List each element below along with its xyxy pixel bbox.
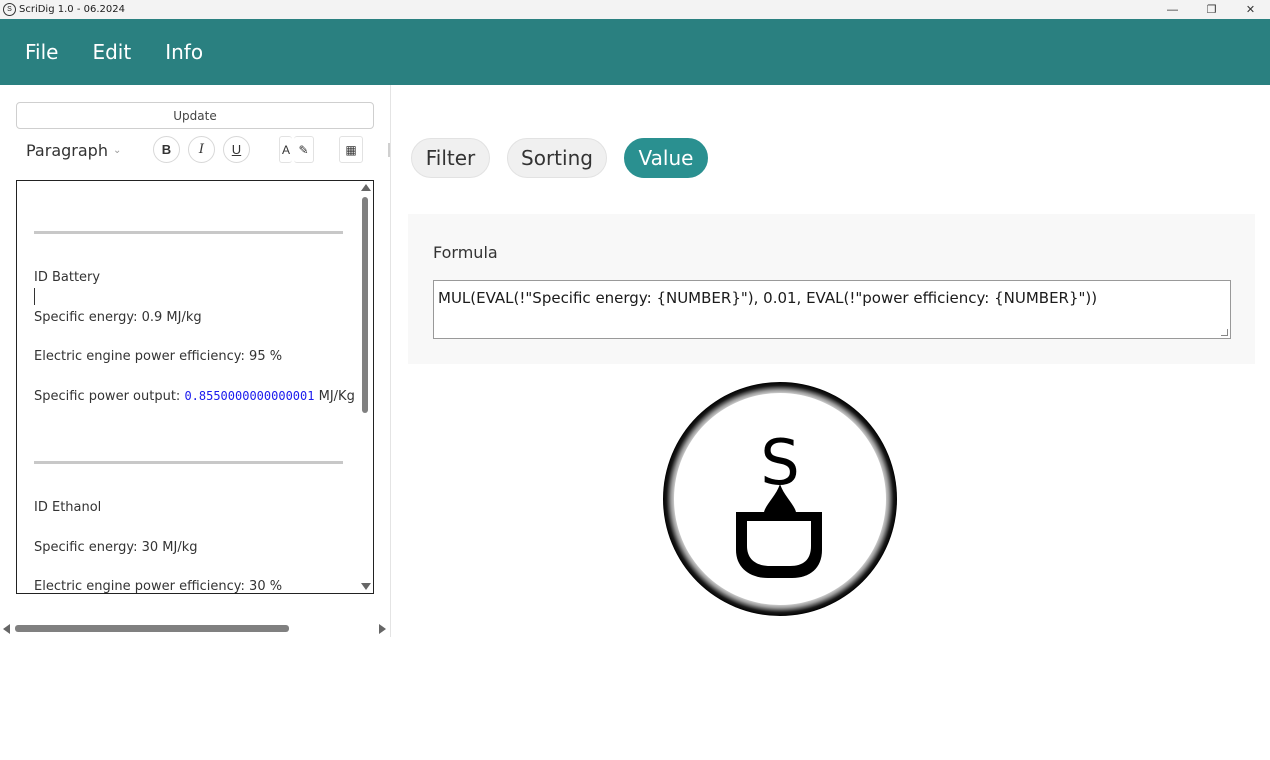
formula-panel: Formula MUL(EVAL(!"Specific energy: {NUM…: [408, 214, 1255, 364]
formula-textarea[interactable]: MUL(EVAL(!"Specific energy: {NUMBER}"), …: [433, 280, 1231, 339]
italic-button[interactable]: I: [188, 136, 215, 163]
text-caret: [34, 288, 35, 305]
record-efficiency-line: Electric engine power efficiency: 30 %: [34, 579, 283, 594]
record-energy-line: Specific energy: 0.9 MJ/kg: [34, 310, 202, 325]
title-bar: S ScriDig 1.0 - 06.2024 — ❐ ✕: [0, 0, 1270, 19]
highlight-icon[interactable]: ✎: [294, 136, 314, 163]
scroll-left-icon[interactable]: [3, 624, 10, 634]
bold-button[interactable]: B: [153, 136, 180, 163]
left-panel: Update Paragraph ⌄ B I U A ✎ ▦ ID Batter…: [0, 85, 391, 637]
menu-edit[interactable]: Edit: [92, 40, 131, 64]
font-color-button[interactable]: A: [279, 136, 292, 163]
vertical-scrollbar[interactable]: [358, 181, 373, 593]
formula-label: Formula: [433, 243, 498, 262]
tab-value[interactable]: Value: [624, 138, 708, 178]
table-insert-icon[interactable]: ▦: [339, 136, 363, 163]
record-id-line: ID Battery: [34, 270, 101, 285]
record-id-line: ID Ethanol: [34, 500, 102, 515]
restore-icon[interactable]: ❐: [1192, 0, 1231, 19]
close-icon[interactable]: ✕: [1231, 0, 1270, 19]
logo-cup-inner: [747, 521, 811, 566]
power-unit: MJ/Kg: [314, 389, 355, 404]
window-controls: — ❐ ✕: [1153, 0, 1270, 19]
record-efficiency-line: Electric engine power efficiency: 95 %: [34, 349, 283, 364]
underline-button[interactable]: U: [223, 136, 250, 163]
chevron-down-icon: ⌄: [112, 145, 122, 156]
update-button[interactable]: Update: [16, 102, 374, 129]
scroll-right-icon[interactable]: [379, 624, 386, 634]
scroll-thumb[interactable]: [15, 625, 289, 632]
minimize-icon[interactable]: —: [1153, 0, 1192, 19]
paragraph-style-label: Paragraph: [26, 141, 108, 160]
app-logo: S: [663, 382, 897, 616]
paragraph-style-select[interactable]: Paragraph ⌄: [26, 141, 121, 160]
window-title: ScriDig 1.0 - 06.2024: [19, 4, 125, 15]
tab-filter[interactable]: Filter: [411, 138, 490, 178]
menu-info[interactable]: Info: [165, 40, 203, 64]
power-label: Specific power output:: [34, 389, 185, 404]
computed-value: 0.8550000000000001: [184, 389, 315, 403]
resize-grip-icon[interactable]: [1221, 329, 1228, 336]
scroll-thumb[interactable]: [362, 197, 368, 413]
tab-sorting[interactable]: Sorting: [507, 138, 607, 178]
record-divider: [34, 231, 343, 234]
horizontal-scrollbar[interactable]: [0, 621, 391, 635]
scroll-up-icon[interactable]: [361, 184, 371, 191]
formula-text: MUL(EVAL(!"Specific energy: {NUMBER}"), …: [438, 289, 1098, 307]
menu-bar: File Edit Info: [0, 19, 1270, 85]
record-power-line: Specific power output: 0.855000000000000…: [34, 389, 355, 404]
record-divider: [34, 461, 343, 464]
formatting-toolbar: Paragraph ⌄ B I U A ✎ ▦: [16, 135, 391, 165]
rich-text-editor[interactable]: ID Battery Specific energy: 0.9 MJ/kg El…: [16, 180, 374, 594]
scroll-down-icon[interactable]: [361, 583, 371, 590]
record-energy-line: Specific energy: 30 MJ/kg: [34, 540, 198, 555]
toolbar-divider: [388, 143, 390, 157]
app-logo-icon: S: [3, 3, 16, 16]
menu-file[interactable]: File: [25, 40, 58, 64]
